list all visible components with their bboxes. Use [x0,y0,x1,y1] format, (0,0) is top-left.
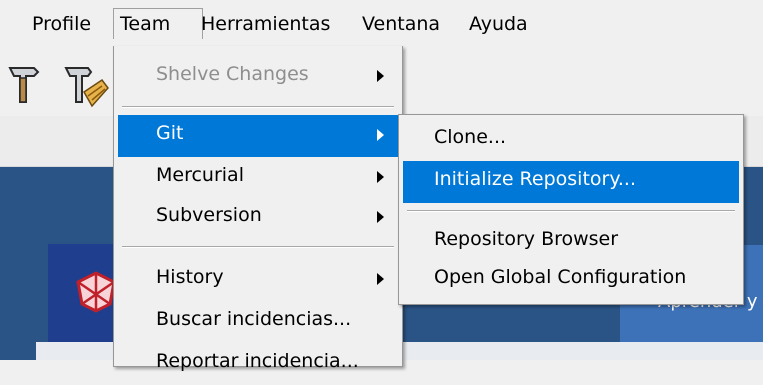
build-broom-icon[interactable] [62,62,110,112]
menu-item-mercurial[interactable]: Mercurial [118,157,398,199]
submenu-arrow-icon [377,70,384,82]
menu-item-label: Shelve Changes [156,63,309,85]
git-submenu: Clone... Initialize Repository... Reposi… [398,114,744,305]
menu-item-reportar-incidencia[interactable]: Reportar incidencia... [118,343,398,385]
menu-ayuda[interactable]: Ayuda [469,9,528,39]
menu-item-label: Subversion [156,204,262,226]
menu-herramientas[interactable]: Herramientas [201,9,330,39]
menu-separator [407,210,735,212]
menu-item-repository-browser[interactable]: Repository Browser [403,221,739,263]
menu-team[interactable]: Team [113,8,203,39]
hammer-icon[interactable] [4,62,44,106]
menu-item-buscar-incidencias[interactable]: Buscar incidencias... [118,301,398,343]
netbeans-logo-icon [76,271,116,313]
menu-item-label: Repository Browser [434,228,619,250]
menu-item-initialize-repository[interactable]: Initialize Repository... [403,161,739,203]
submenu-arrow-icon [377,273,384,285]
menu-item-label: Mercurial [156,164,244,186]
submenu-arrow-icon [377,171,384,183]
menu-item-history[interactable]: History [118,259,398,301]
menu-item-label: Initialize Repository... [434,168,636,190]
menu-item-clone[interactable]: Clone... [403,119,739,161]
menu-item-label: History [156,266,224,288]
menu-item-subversion[interactable]: Subversion [118,197,398,239]
submenu-arrow-icon [377,129,384,141]
menu-item-label: Open Global Configuration [434,266,687,288]
menu-separator [122,246,394,248]
menu-ventana[interactable]: Ventana [362,9,440,39]
menu-separator [122,106,394,108]
team-menu: Shelve Changes Git Mercurial Subversion … [113,46,403,372]
menu-item-git[interactable]: Git [118,115,398,157]
menu-bar: Profile Team Herramientas Ventana Ayuda [0,0,763,46]
menu-item-label: Reportar incidencia... [156,350,359,372]
menu-profile[interactable]: Profile [32,9,91,39]
menu-item-shelve-changes: Shelve Changes [118,56,398,98]
menu-item-label: Buscar incidencias... [156,308,352,330]
menu-item-label: Git [156,122,184,144]
menu-item-label: Clone... [434,126,507,148]
menu-item-open-global-configuration[interactable]: Open Global Configuration [403,259,739,301]
submenu-arrow-icon [377,211,384,223]
